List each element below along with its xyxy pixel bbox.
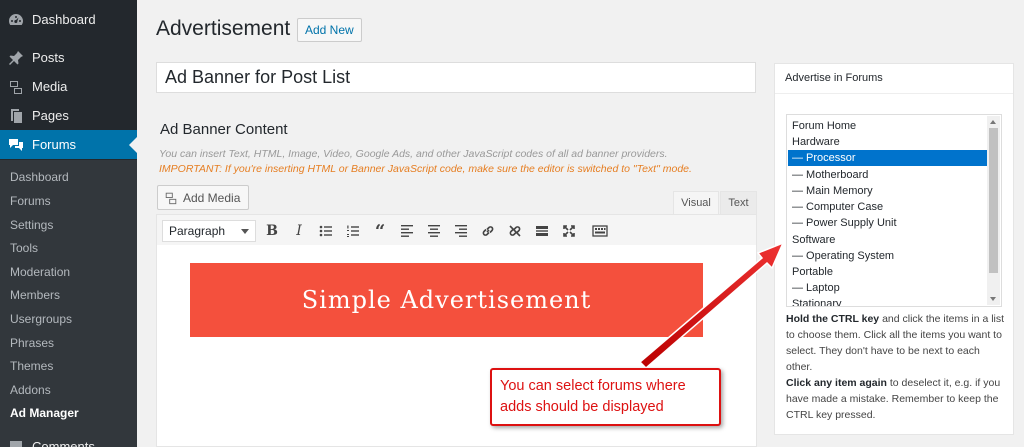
ad-banner-image: Simple Advertisement: [190, 263, 703, 337]
forum-option[interactable]: — Computer Case: [788, 199, 987, 215]
sidebar-item-dashboard[interactable]: Dashboard: [0, 5, 137, 34]
submenu-item-tools[interactable]: Tools: [10, 241, 38, 255]
important-note: IMPORTANT: If you're inserting HTML or B…: [159, 163, 692, 175]
chevron-down-icon: [241, 229, 249, 234]
forum-option[interactable]: Forum Home: [788, 118, 987, 134]
scroll-thumb[interactable]: [989, 128, 998, 273]
unlink-icon[interactable]: [504, 220, 526, 242]
link-icon[interactable]: [477, 220, 499, 242]
scroll-up-icon[interactable]: [990, 120, 996, 124]
forum-option[interactable]: — Power Supply Unit: [788, 215, 987, 231]
format-select[interactable]: Paragraph: [162, 220, 256, 242]
numbered-list-icon[interactable]: [342, 220, 364, 242]
sidebar-item-label: Media: [32, 79, 68, 94]
submenu-item-members[interactable]: Members: [10, 288, 60, 302]
submenu-item-dashboard[interactable]: Dashboard: [10, 170, 69, 184]
sidebar-item-label: Pages: [32, 108, 69, 123]
toolbar-toggle-icon[interactable]: [589, 220, 611, 242]
forum-option[interactable]: — Main Memory: [788, 183, 987, 199]
format-select-value: Paragraph: [169, 224, 226, 238]
multiselect-help: Hold the CTRL key and click the items in…: [786, 311, 1008, 423]
sidebar-item-media[interactable]: Media: [0, 72, 137, 101]
submenu-item-settings[interactable]: Settings: [10, 218, 53, 232]
divider: [775, 93, 1013, 94]
pin-icon: [8, 50, 24, 66]
bullet-list-icon[interactable]: [315, 220, 337, 242]
submenu-item-moderation[interactable]: Moderation: [10, 265, 70, 279]
sidebar-item-label: Dashboard: [32, 12, 96, 27]
forum-option-selected[interactable]: — Processor: [788, 150, 987, 166]
forum-multiselect[interactable]: Forum Home Hardware — Processor — Mother…: [786, 114, 1002, 307]
callout-annotation: You can select forums where adds should …: [490, 368, 721, 426]
italic-icon[interactable]: I: [288, 220, 310, 242]
blockquote-icon[interactable]: “: [369, 220, 391, 242]
help-bold-2: Click any item again: [786, 377, 887, 389]
list-scrollbar[interactable]: [987, 116, 1000, 305]
scroll-down-icon[interactable]: [990, 297, 996, 301]
box-title: Advertise in Forums: [785, 72, 883, 84]
submenu-item-usergroups[interactable]: Usergroups: [10, 312, 72, 326]
submenu-item-forums[interactable]: Forums: [10, 194, 51, 208]
app-root: Dashboard Posts Media Pages Forums Dashb…: [0, 0, 1024, 447]
forum-option[interactable]: Portable: [788, 264, 987, 280]
forum-option[interactable]: Stationary: [788, 296, 987, 306]
forum-option[interactable]: — Motherboard: [788, 167, 987, 183]
sidebar-item-label: Comments: [32, 439, 95, 447]
media-icon: [8, 79, 24, 95]
page-title: Advertisement: [156, 17, 291, 40]
submenu-item-ad-manager[interactable]: Ad Manager: [10, 406, 79, 420]
forums-icon: [8, 137, 24, 153]
sidebar-item-forums[interactable]: Forums: [0, 130, 137, 159]
forums-submenu: Dashboard Forums Settings Tools Moderati…: [0, 160, 137, 447]
dashboard-icon: [8, 12, 24, 28]
admin-sidebar: Dashboard Posts Media Pages Forums Dashb…: [0, 0, 137, 447]
section-heading: Ad Banner Content: [160, 121, 288, 138]
media-icon: [165, 192, 177, 204]
align-left-icon[interactable]: [396, 220, 418, 242]
sidebar-item-label: Posts: [32, 50, 65, 65]
sidebar-item-comments[interactable]: Comments: [0, 432, 137, 447]
align-right-icon[interactable]: [450, 220, 472, 242]
pages-icon: [8, 108, 24, 124]
forum-option[interactable]: — Laptop: [788, 280, 987, 296]
post-title-input[interactable]: Ad Banner for Post List: [156, 62, 756, 93]
submenu-item-addons[interactable]: Addons: [10, 383, 51, 397]
fullscreen-icon[interactable]: [558, 220, 580, 242]
add-new-button[interactable]: Add New: [297, 18, 362, 42]
bold-icon[interactable]: B: [261, 220, 283, 242]
editor-toolbar: Paragraph B I “: [156, 214, 757, 246]
submenu-item-phrases[interactable]: Phrases: [10, 336, 54, 350]
forum-option[interactable]: Hardware: [788, 134, 987, 150]
add-media-label: Add Media: [183, 190, 241, 205]
sidebar-item-label: Forums: [32, 137, 77, 152]
help-bold-1: Hold the CTRL key: [786, 313, 880, 325]
content-note: You can insert Text, HTML, Image, Video,…: [159, 148, 668, 160]
sidebar-item-pages[interactable]: Pages: [0, 101, 137, 130]
add-media-button[interactable]: Add Media: [157, 185, 250, 210]
sidebar-item-posts[interactable]: Posts: [0, 43, 137, 72]
tab-visual[interactable]: Visual: [673, 191, 719, 214]
align-center-icon[interactable]: [423, 220, 445, 242]
submenu-item-themes[interactable]: Themes: [10, 359, 53, 373]
read-more-icon[interactable]: [531, 220, 553, 242]
tab-text[interactable]: Text: [720, 191, 757, 214]
comments-icon: [8, 439, 24, 447]
forum-option[interactable]: — Operating System: [788, 248, 987, 264]
forum-option[interactable]: Software: [788, 232, 987, 248]
